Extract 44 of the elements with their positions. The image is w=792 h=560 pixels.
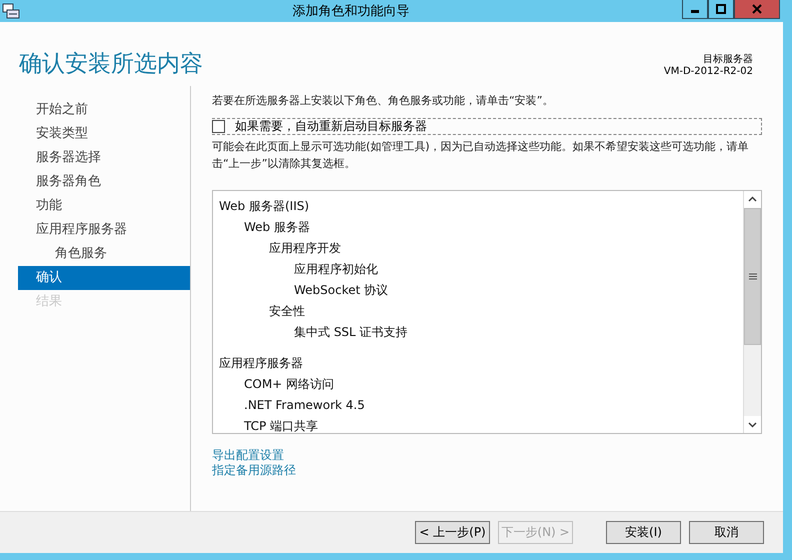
tree-item: 应用程序服务器	[219, 355, 304, 372]
target-server-name: VM-D-2012-R2-02	[664, 66, 753, 77]
link[interactable]: 指定备用源路径	[212, 463, 296, 478]
tree-item: Web 服务器	[243, 219, 311, 236]
scroll-thumb[interactable]	[744, 208, 761, 345]
tree-item: .NET Framework 4.5	[243, 397, 366, 414]
nav-item[interactable]: 确认	[18, 266, 190, 290]
minimize-button[interactable]	[682, 0, 708, 19]
window-icon	[2, 3, 20, 19]
tree-item: 集中式 SSL 证书支持	[293, 324, 409, 341]
wizard-button[interactable]: 取消	[689, 521, 764, 544]
tree-item: COM+ 网络访问	[243, 376, 336, 393]
tree-item: 安全性	[268, 303, 306, 320]
intro-text: 若要在所选服务器上安装以下角色、角色服务或功能，请单击“安装”。	[212, 93, 554, 109]
checkbox-label: 如果需要，自动重新启动目标服务器	[235, 118, 427, 135]
maximize-button[interactable]	[708, 0, 734, 19]
page-title: 确认安装所选内容	[19, 50, 203, 79]
nav-item[interactable]: 开始之前	[18, 98, 190, 122]
tree-item: 应用程序开发	[268, 240, 342, 257]
close-icon	[752, 4, 762, 14]
link[interactable]: 导出配置设置	[212, 448, 284, 463]
scroll-down-icon[interactable]	[744, 416, 761, 433]
nav-item[interactable]: 安装类型	[18, 122, 190, 146]
note-text: 可能会在此页面上显示可选功能(如管理工具)，因为已自动选择这些功能。如果不希望安装这些可选功能，请单击“上一步”以清除其复选框。	[212, 139, 750, 172]
nav-item[interactable]: 应用程序服务器	[18, 218, 190, 242]
nav-item[interactable]: 角色服务	[18, 242, 190, 266]
nav-item[interactable]: 服务器选择	[18, 146, 190, 170]
tree-item: TCP 端口共享	[243, 418, 320, 433]
checkbox[interactable]	[212, 120, 225, 133]
nav-item[interactable]: 服务器角色	[18, 170, 190, 194]
maximize-icon	[716, 4, 726, 14]
tree-item: Web 服务器(IIS)	[219, 198, 310, 215]
restart-checkbox[interactable]: 如果需要，自动重新启动目标服务器	[212, 118, 762, 135]
wizard-button[interactable]: < 上一步(P)	[415, 521, 490, 544]
window-title: 添加角色和功能向导	[292, 3, 410, 20]
wizard-button[interactable]: 安装(I)	[606, 521, 681, 544]
scroll-up-icon[interactable]	[744, 191, 761, 208]
close-button[interactable]	[734, 0, 780, 19]
target-server-label: 目标服务器	[703, 52, 753, 66]
tree-item: WebSocket 协议	[293, 282, 390, 299]
scrollbar[interactable]	[743, 191, 761, 433]
grip-icon	[748, 273, 756, 280]
nav-item[interactable]: 功能	[18, 194, 190, 218]
tree-item: 应用程序初始化	[293, 261, 379, 278]
